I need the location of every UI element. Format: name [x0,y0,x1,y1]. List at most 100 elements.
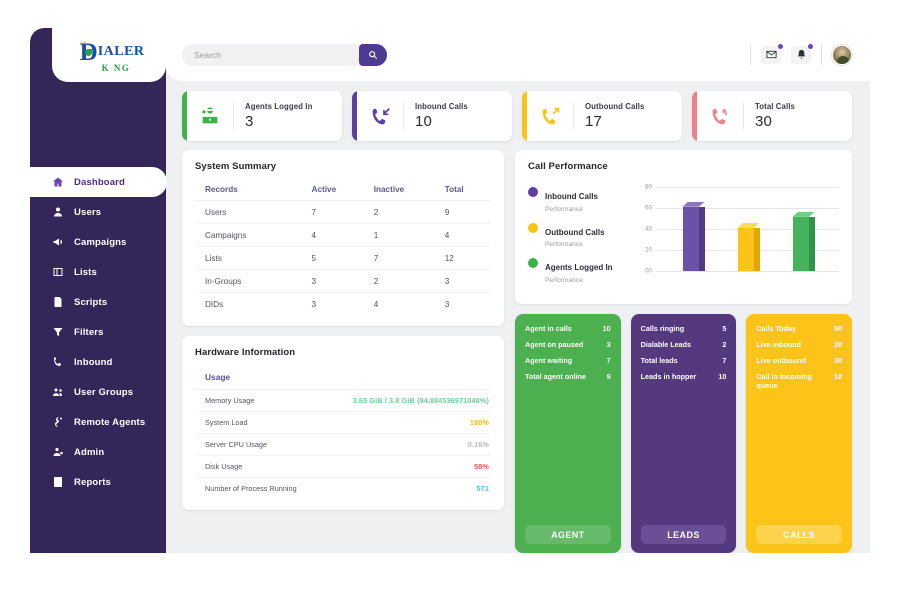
call-performance-panel: Call Performance Inbound Calls Performan… [515,150,852,304]
metric-label: Calls Today [756,323,797,333]
cell-total: 12 [434,246,491,270]
metric-card-leads: Calls ringing 5 Dialable Leads 2 Total l… [630,313,737,553]
messages-button[interactable] [761,43,783,64]
sidebar-item-label: Scripts [74,296,108,308]
brand-logo[interactable]: ♛ D IALER K NG [52,28,166,82]
topbar-actions [750,43,852,65]
top-bar [166,28,870,81]
sidebar-item-lists[interactable]: Lists [30,257,166,287]
table-row: Campaigns 4 1 4 [195,223,491,247]
report-chart-icon [54,477,62,487]
y-axis-tick: 80 [645,183,652,191]
chart-plot-area: 80 60 40 20 00 [636,181,839,275]
metric-value: 9 [606,371,611,381]
cell-record: In-Groups [195,269,302,293]
sidebar-item-label: Inbound [74,356,113,368]
list-icon [53,268,63,276]
funnel-icon [53,328,63,336]
right-column: Call Performance Inbound Calls Performan… [515,150,853,553]
stat-label: Agents Logged In [245,102,313,111]
phone-outgoing-icon [527,106,573,127]
search-button[interactable] [359,43,387,66]
cell-record: Users [195,200,302,224]
legend-label: Outbound Calls [545,227,605,237]
sidebar-item-inbound[interactable]: Inbound [30,347,166,377]
script-icon [54,297,62,307]
hardware-label: Disk Usage [205,462,243,471]
metric-line: Live inbound 20 [756,340,842,349]
cell-inactive: 7 [363,246,435,270]
calls-button[interactable]: CALLS [756,525,843,544]
sidebar-item-remote-agents[interactable]: Remote Agents [30,407,166,437]
sidebar-item-reports[interactable]: Reports [30,467,166,497]
sidebar-item-admin[interactable]: Admin [30,437,166,467]
sidebar-item-filters[interactable]: Filters [30,317,166,347]
metric-value: 30 [834,355,843,365]
stat-label: Outbound Calls [585,102,645,111]
hardware-row-process-running: Number of Process Running 571 [195,478,491,499]
metric-label: Agent on paused [525,339,584,349]
metric-line: Agent on paused 3 [525,340,611,349]
agent-headset-icon [187,105,233,127]
admin-icon [53,447,63,456]
megaphone-icon [53,238,62,246]
chart-bars [666,187,831,272]
hardware-label: Server CPU Usage [205,440,268,449]
stat-value: 30 [755,113,773,130]
chart-legend: Inbound Calls Performance Outbound Calls… [528,181,636,293]
metric-line: Call in incoming queue 10 [756,372,842,390]
cell-record: Campaigns [195,223,302,247]
hardware-value: 180% [469,418,489,427]
metric-cards-row: Agent in calls 10 Agent on paused 3 Agen… [515,313,853,553]
cell-record: Lists [195,246,302,270]
sidebar-item-users[interactable]: Users [30,197,166,227]
leads-button[interactable]: LEADS [640,525,727,544]
agent-button[interactable]: AGENT [525,525,611,544]
sidebar-item-dashboard[interactable]: Dashboard [30,167,167,197]
notifications-button[interactable] [791,43,813,64]
dashboard-content: Agents Logged In 3 Inbound Calls 10 Outb… [166,81,870,553]
sidebar: ♛ D IALER K NG Dashboard Users Campaigns [30,28,167,553]
cell-active: 3 [301,269,364,293]
metric-value: 5 [722,323,727,333]
phone-icon [54,357,61,366]
user-icon [54,207,62,217]
sidebar-item-label: Lists [74,266,97,278]
legend-item-agents-logged-in: Agents Logged In Performance [528,257,636,284]
users-group-icon [53,388,62,396]
cell-inactive: 2 [363,200,435,224]
search-input[interactable] [194,49,344,60]
cell-total: 3 [434,269,491,293]
hardware-label: Number of Process Running [205,484,297,493]
metric-line: Calls ringing 5 [641,324,727,333]
column-header: Total [434,180,491,201]
stat-cards-row: Agents Logged In 3 Inbound Calls 10 Outb… [182,91,852,141]
column-header: Records [195,180,302,201]
metric-value: 10 [602,323,611,333]
metric-line: Total leads 7 [641,356,727,365]
metric-label: Agent waiting [525,355,573,365]
stat-card-agents-logged-in[interactable]: Agents Logged In 3 [182,91,342,141]
cell-active: 5 [301,246,364,270]
avatar[interactable] [832,44,852,65]
stat-label: Total Calls [755,102,795,111]
hardware-value: 3.65 GiB / 3.8 GiB (94.884536971048%) [352,396,489,405]
table-row: DIDs 3 4 3 [195,293,491,316]
stat-card-total-calls[interactable]: Total Calls 30 [692,91,852,141]
notifications-badge [808,43,813,49]
legend-label: Agents Logged In [545,263,613,272]
table-row: Users 7 2 9 [195,200,491,224]
cell-inactive: 4 [373,299,379,309]
sidebar-item-scripts[interactable]: Scripts [30,287,166,317]
sidebar-item-user-groups[interactable]: User Groups [30,377,166,407]
sidebar-item-label: Campaigns [74,236,127,248]
app-container: ♛ D IALER K NG Dashboard Users Campaigns [30,28,870,553]
sidebar-item-campaigns[interactable]: Campaigns [30,227,166,257]
stat-card-inbound-calls[interactable]: Inbound Calls 10 [352,91,512,141]
y-axis-tick: 40 [645,225,652,233]
metric-line: Live outbound 30 [756,356,842,365]
metric-label: Dialable Leads [640,339,692,349]
logo-letter-d: D [79,38,98,66]
stat-card-outbound-calls[interactable]: Outbound Calls 17 [522,91,682,141]
metric-value: 2 [722,339,727,349]
